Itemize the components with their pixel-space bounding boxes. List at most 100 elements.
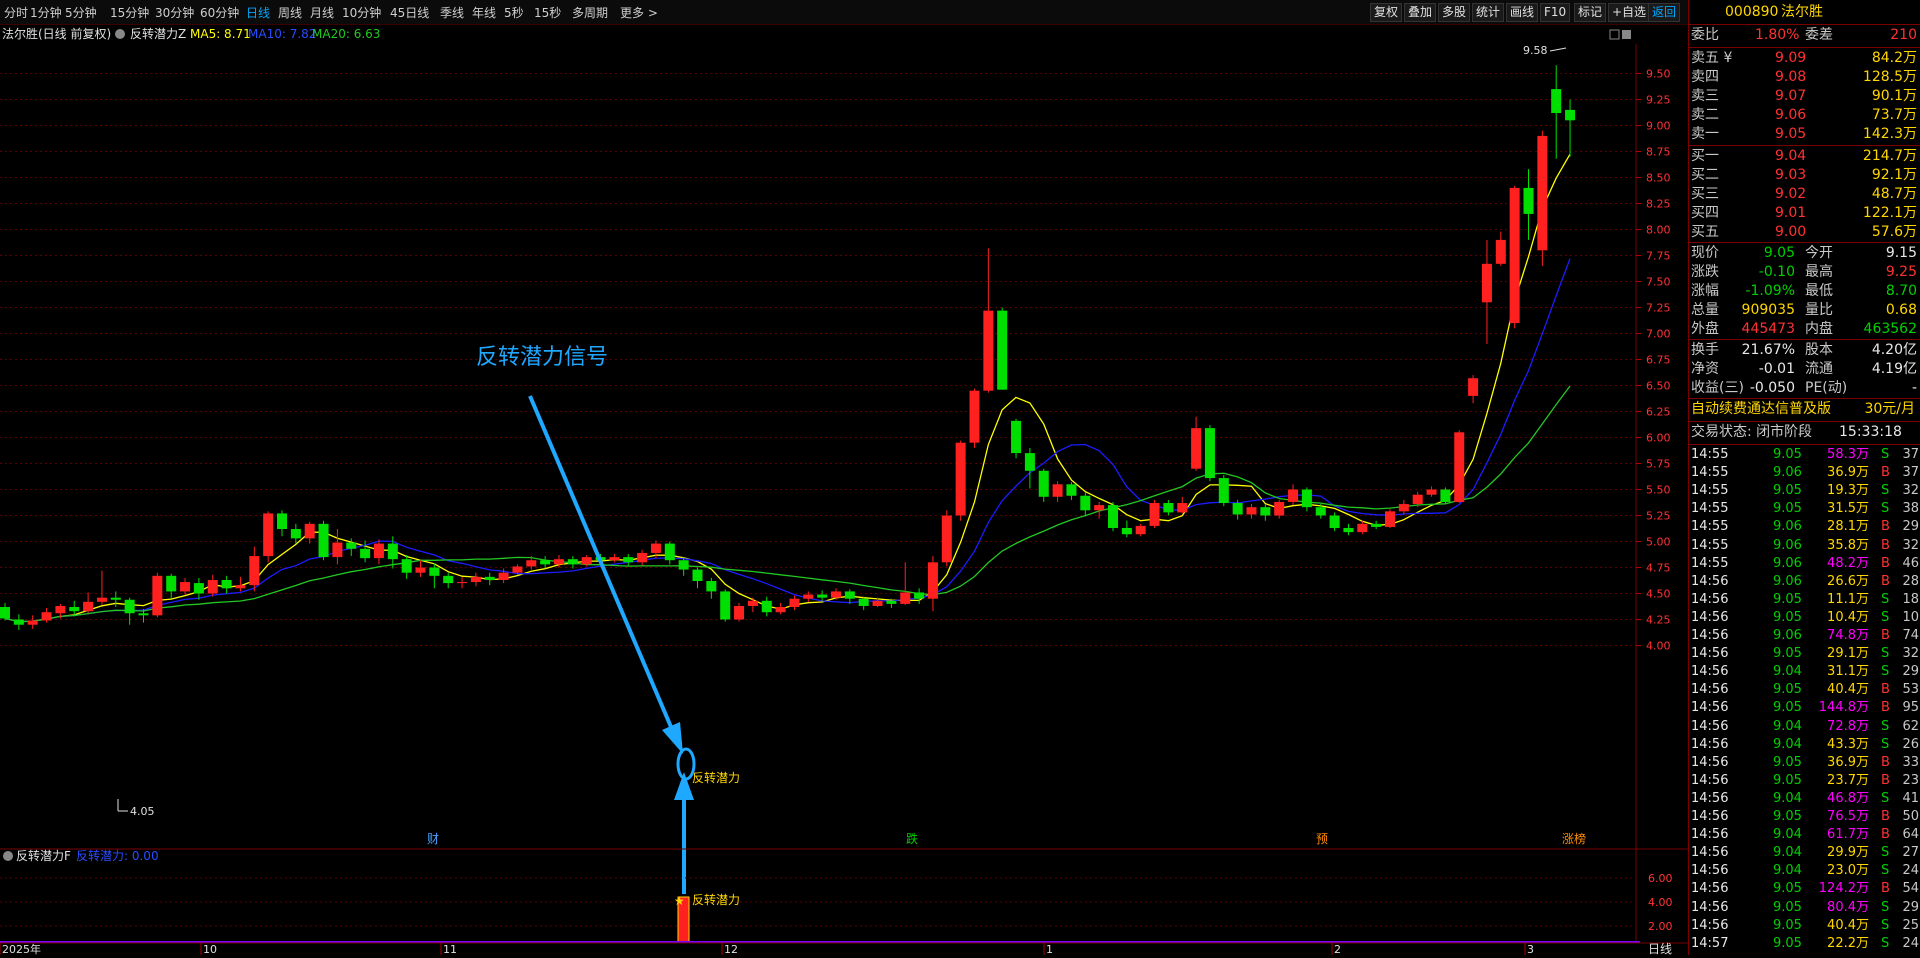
period-tab[interactable]: 多周期 [572,4,608,21]
event-marker[interactable]: 跌 [906,831,918,846]
buy-level-row[interactable]: 买一 9.04 214.7万 [1689,147,1920,166]
candle [1260,504,1271,521]
toolbar-button[interactable]: 复权 [1370,3,1403,22]
candle [927,556,938,612]
candle [1149,499,1160,528]
tick-price: 9.06 [1773,573,1802,589]
tick-time: 14:55 [1691,447,1729,462]
sell-level-row[interactable]: 卖四 9.08 128.5万 [1689,68,1920,87]
tick-price: 9.05 [1773,501,1802,517]
event-marker[interactable]: 预 [1316,832,1328,846]
sell-level-row[interactable]: 卖一 9.05 142.3万 [1689,125,1920,144]
candle [41,608,52,623]
time-tick-label: 1 [1046,943,1053,955]
toolbar-button[interactable]: +自选 [1608,3,1651,22]
tick-time: 14:56 [1691,718,1729,734]
buy-level-row[interactable]: 买三 9.02 48.7万 [1689,185,1920,204]
tick-price: 9.05 [1773,646,1802,662]
tick-row: 14:56 9.05 23.7万 B 23 [1689,772,1920,790]
stat-label: 涨跌 [1691,264,1719,280]
period-tab[interactable]: 15分钟 [110,4,149,21]
stat-label: 收益(三) [1691,380,1744,396]
tick-time: 14:56 [1691,736,1729,752]
stat-label: 流通 [1805,361,1833,377]
toolbar-button[interactable]: 画线 [1506,3,1539,22]
stat-value: -0.01 [1758,361,1795,377]
tick-direction: S [1881,609,1890,625]
period-tab[interactable]: 1分钟 [30,4,62,21]
price-tick-label: 6.50 [1646,380,1671,393]
buy-level-row[interactable]: 买五 9.00 57.6万 [1689,223,1920,242]
toolbar-button[interactable]: 叠加 [1404,3,1437,22]
period-tab[interactable]: 60分钟 [200,4,239,21]
period-tab[interactable]: 分时 [4,4,28,21]
time-tick-label: 2 [1334,943,1341,955]
period-tab[interactable]: 45日线 [390,4,429,21]
sub-indicator-settings-icon[interactable] [3,851,13,861]
level-label: 买五 [1691,224,1719,240]
tick-count: 54 [1902,881,1919,897]
period-label: 日线 [1648,942,1672,955]
candle [941,510,952,567]
stat-row: 换手 21.67% 股本 4.20亿 [1689,341,1920,360]
event-marker[interactable]: 财 [427,832,439,846]
toolbar-button[interactable]: 统计 [1472,3,1505,22]
buy-level-row[interactable]: 买二 9.03 92.1万 [1689,166,1920,185]
toolbar-button[interactable]: F10 [1540,3,1571,22]
period-tab[interactable]: 5秒 [504,4,524,21]
toolbar-button[interactable]: 多股 [1438,3,1471,22]
tick-direction: B [1881,881,1890,897]
tick-count: 62 [1902,718,1919,734]
stat-value: 4.20亿 [1871,342,1917,358]
candle [1343,523,1354,536]
tick-volume: 72.8万 [1827,718,1869,734]
tick-row: 14:56 9.05 36.9万 B 33 [1689,754,1920,772]
indicator-settings-icon[interactable] [115,29,125,39]
period-tab[interactable]: 5分钟 [65,4,97,21]
tick-count: 18 [1902,591,1919,607]
restore-icon[interactable] [1609,29,1620,40]
tick-direction: S [1881,935,1890,951]
tick-row: 14:55 9.06 48.2万 B 46 [1689,555,1920,573]
toolbar-button[interactable]: 返回 [1648,3,1681,22]
period-tab[interactable]: 日线 [246,4,270,21]
sell-level-row[interactable]: 卖五 ¥ 9.09 84.2万 [1689,49,1920,68]
period-tab[interactable]: 年线 [472,4,496,21]
ad-banner[interactable]: 自动续费通达信普及版 30元/月 [1689,400,1920,419]
chart-area[interactable]: 法尔胜(日线 前复权) 反转潜力Z MA5: 8.71 MA10: 7.82 M… [0,24,1688,956]
sub-tick-label: 6.00 [1648,872,1673,885]
period-tab[interactable]: 30分钟 [155,4,194,21]
period-tab[interactable]: 月线 [310,4,334,21]
tick-row: 14:55 9.06 35.8万 B 32 [1689,537,1920,555]
period-tab[interactable]: 周线 [278,4,302,21]
buy-level-row[interactable]: 买四 9.01 122.1万 [1689,204,1920,223]
tick-count: 29 [1902,899,1919,915]
period-tab[interactable]: 15秒 [534,4,561,21]
sell-level-row[interactable]: 卖三 9.07 90.1万 [1689,87,1920,106]
kline-chart[interactable]: 法尔胜(日线 前复权) 反转潜力Z MA5: 8.71 MA10: 7.82 M… [0,24,1688,956]
period-tab[interactable]: 季线 [440,4,464,21]
tick-direction: S [1881,899,1890,915]
candle [443,572,454,589]
tick-volume: 19.3万 [1827,483,1869,499]
stat-value: 21.67% [1741,342,1795,358]
period-tab[interactable]: 10分钟 [342,4,381,21]
candle [775,602,786,615]
tick-row: 14:56 9.04 72.8万 S 62 [1689,718,1920,736]
event-marker[interactable]: 涨榜 [1562,831,1586,846]
price-tick-label: 4.50 [1646,588,1671,601]
toolbar-button[interactable]: 标记 [1574,3,1607,22]
level-price: 9.01 [1775,205,1807,221]
price-tick-label: 7.25 [1646,302,1671,315]
maximize-icon[interactable] [1622,30,1631,39]
level-label: 卖一 [1691,126,1719,142]
sell-level-row[interactable]: 卖二 9.06 73.7万 [1689,106,1920,125]
annotation-arrow-line [528,395,676,735]
tick-price: 9.06 [1773,537,1802,553]
period-tab[interactable]: 更多 > [620,4,658,21]
tick-direction: B [1881,573,1890,589]
quote-title-row: 000890 法尔胜 [1689,3,1920,22]
tick-volume: 36.9万 [1827,465,1869,481]
tick-row: 14:56 9.04 43.3万 S 26 [1689,736,1920,754]
stat-value: 9.25 [1885,264,1917,280]
